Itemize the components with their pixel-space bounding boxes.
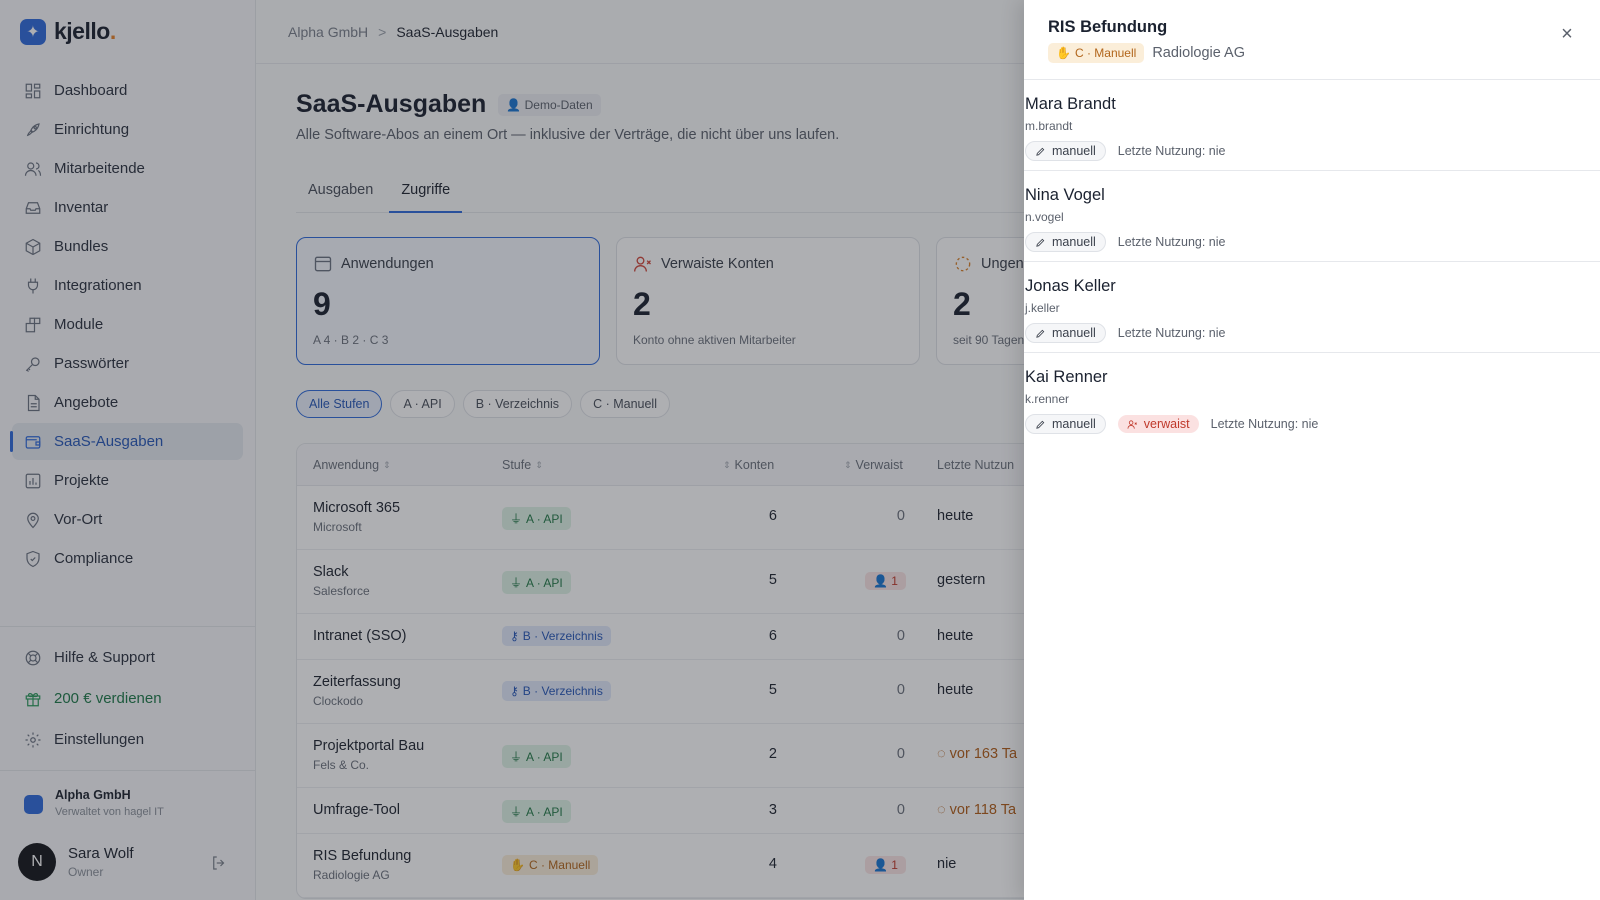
pencil-icon [1036, 147, 1045, 156]
account-login: n.vogel [1025, 210, 1064, 224]
account-login: k.renner [1025, 392, 1070, 406]
pencil-icon [1036, 420, 1045, 429]
account-item[interactable]: Jonas Keller j.keller manuell Letzte Nut… [1024, 262, 1600, 353]
stufe-badge: ✋ C · Manuell [1048, 43, 1145, 63]
last-usage: Letzte Nutzung: nie [1117, 326, 1226, 340]
account-name: Nina Vogel [1025, 186, 1105, 204]
orphan-badge: verwaist [1117, 415, 1199, 433]
drawer-vendor: Radiologie AG [1152, 45, 1246, 61]
last-usage: Letzte Nutzung: nie [1117, 144, 1226, 158]
source-badge: manuell [1025, 232, 1106, 252]
last-usage: Letzte Nutzung: nie [1210, 417, 1319, 431]
drawer-title: RIS Befundung [1048, 18, 1168, 36]
last-usage: Letzte Nutzung: nie [1117, 235, 1226, 249]
close-icon[interactable]: × [1558, 24, 1576, 44]
hand-icon: ✋ [1056, 46, 1071, 60]
account-login: m.brandt [1025, 119, 1073, 133]
accounts-drawer: RIS Befundung ✋ C · Manuell Radiologie AG… [1024, 0, 1600, 900]
source-badge: manuell [1025, 414, 1106, 434]
account-name: Mara Brandt [1025, 95, 1116, 113]
source-badge: manuell [1025, 141, 1106, 161]
account-name: Jonas Keller [1025, 277, 1116, 295]
user-x-icon [1127, 419, 1137, 429]
account-item[interactable]: Kai Renner k.renner manuell verwaist Let… [1024, 353, 1600, 444]
account-name: Kai Renner [1025, 368, 1108, 386]
pencil-icon [1036, 238, 1045, 247]
pencil-icon [1036, 329, 1045, 338]
source-badge: manuell [1025, 323, 1106, 343]
drawer-header: RIS Befundung ✋ C · Manuell Radiologie AG… [1024, 0, 1600, 80]
account-item[interactable]: Nina Vogel n.vogel manuell Letzte Nutzun… [1024, 171, 1600, 262]
account-item[interactable]: Mara Brandt m.brandt manuell Letzte Nutz… [1024, 80, 1600, 171]
account-login: j.keller [1025, 301, 1060, 315]
